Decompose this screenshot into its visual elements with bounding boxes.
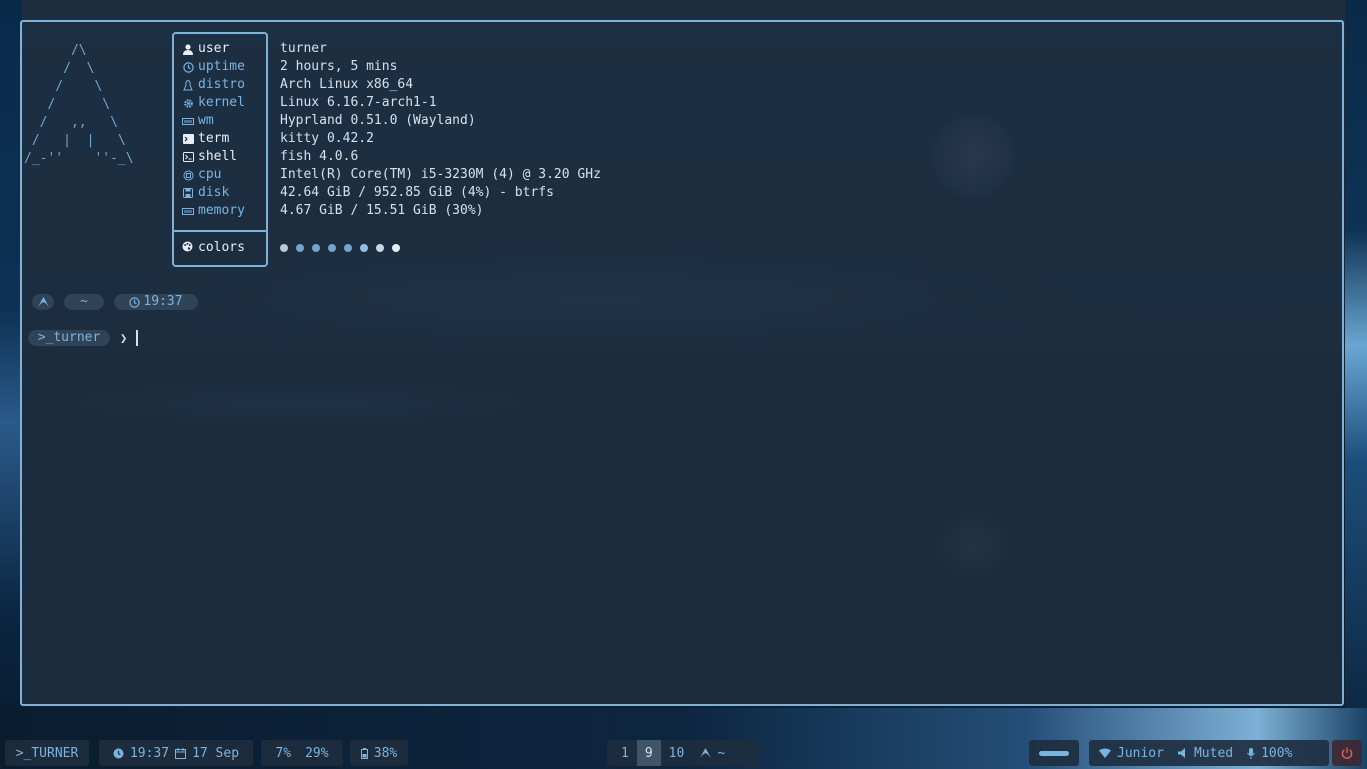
fetch-value-user: turner	[280, 41, 327, 56]
fetch-key-distro: distro	[182, 76, 245, 94]
bar-resources-segment[interactable]: 7% 29%	[261, 740, 343, 766]
active-window-title[interactable]: ~	[692, 740, 733, 766]
fetch-key-wm: wm	[182, 112, 245, 130]
workspace-10[interactable]: 10	[661, 740, 693, 766]
gear-icon	[182, 97, 194, 109]
calendar-icon	[175, 747, 187, 759]
clock-icon	[129, 296, 141, 308]
status-bar: >_TURNER 19:37 17 Sep 7% 29% 38% 1 9 10 …	[0, 738, 1367, 767]
power-icon	[1341, 747, 1353, 759]
wifi-icon	[1099, 748, 1111, 758]
workspace-1[interactable]: 1	[613, 740, 637, 766]
microphone-icon	[1247, 747, 1256, 759]
wallpaper-edge-left	[0, 0, 22, 769]
arch-ascii-logo: /\ / \ / \ / \ / ,, \ / | | \ /_-'' ''-_…	[24, 43, 134, 166]
fetch-value-wm: Hyprland 0.51.0 (Wayland)	[280, 113, 476, 128]
prompt-user-segment: >_turner	[28, 330, 110, 346]
workspace-9[interactable]: 9	[636, 740, 661, 766]
power-button[interactable]	[1332, 740, 1362, 766]
fetch-key-user: user	[182, 40, 245, 58]
fetch-value-term: kitty 0.42.2	[280, 131, 374, 146]
colors-label: colors	[198, 239, 245, 255]
fetch-keys: user uptime distro kernel wm term shell …	[182, 40, 245, 220]
fetch-value-kernel: Linux 6.16.7-arch1-1	[280, 95, 437, 110]
bar-mic[interactable]: 100%	[1261, 746, 1292, 761]
fetch-key-disk: disk	[182, 184, 245, 202]
clock-icon	[113, 748, 124, 758]
shell-icon	[182, 151, 194, 163]
prompt-time-segment: 19:37	[114, 294, 198, 310]
bar-mem: 29%	[305, 745, 329, 761]
media-indicator	[1039, 750, 1069, 756]
bar-cpu: 7%	[275, 745, 292, 761]
prompt-arch-segment	[32, 294, 54, 310]
clock-icon	[182, 61, 194, 73]
color-dot	[312, 244, 320, 252]
fetch-key-colors: colors	[182, 238, 245, 256]
fetch-key-term: term	[182, 130, 245, 148]
bar-user-segment[interactable]: >_TURNER	[5, 740, 89, 766]
terminal-window[interactable]: /\ / \ / \ / \ / ,, \ / | | \ /_-'' ''-_…	[20, 20, 1344, 706]
arch-icon	[700, 748, 712, 758]
fetch-value-distro: Arch Linux x86_64	[280, 77, 414, 92]
color-dot	[392, 244, 400, 252]
text-cursor[interactable]	[136, 330, 138, 346]
color-dot	[376, 244, 384, 252]
bar-volume[interactable]: Muted	[1194, 746, 1233, 761]
fetch-value-shell: fish 4.0.6	[280, 149, 359, 164]
bar-date: 17 Sep	[192, 745, 240, 761]
speaker-muted-icon	[1177, 748, 1185, 758]
fetch-key-memory: memory	[182, 202, 245, 220]
fetch-value-disk: 42.64 GiB / 952.85 GiB (4%) - btrfs	[280, 185, 554, 200]
memory-icon	[182, 205, 194, 217]
bar-system-segment: Junior Muted 100%	[1089, 740, 1329, 766]
fetch-separator	[174, 230, 266, 232]
bar-clock-segment[interactable]: 19:37 17 Sep	[99, 740, 253, 766]
fetch-key-uptime: uptime	[182, 58, 245, 76]
bar-media-segment[interactable]	[1029, 740, 1079, 766]
bar-battery-segment[interactable]: 38%	[350, 740, 408, 766]
color-palette-dots	[280, 244, 400, 252]
prompt-chevron: ❯	[120, 331, 128, 345]
linux-icon	[182, 79, 194, 91]
memory-icon	[182, 115, 194, 127]
terminal-icon	[182, 133, 194, 145]
disk-icon	[182, 187, 194, 199]
arch-icon	[37, 297, 49, 307]
color-dot	[296, 244, 304, 252]
fetch-key-cpu: cpu	[182, 166, 245, 184]
color-dot	[280, 244, 288, 252]
bar-time: 19:37	[129, 745, 170, 761]
bar-wifi[interactable]: Junior	[1117, 746, 1164, 761]
fetch-key-kernel: kernel	[182, 94, 245, 112]
battery-icon	[360, 747, 368, 759]
bar-workspaces-segment: 1 9 10 ~	[607, 740, 760, 766]
cpu-icon	[182, 169, 194, 181]
fetch-value-cpu: Intel(R) Core(TM) i5-3230M (4) @ 3.20 GH…	[280, 167, 601, 182]
fetch-value-memory: 4.67 GiB / 15.51 GiB (30%)	[280, 203, 484, 218]
user-icon	[182, 43, 194, 55]
fetch-key-shell: shell	[182, 148, 245, 166]
wallpaper-edge-right	[1345, 0, 1367, 769]
color-dot	[344, 244, 352, 252]
color-dot	[328, 244, 336, 252]
palette-icon	[182, 241, 194, 253]
color-dot	[360, 244, 368, 252]
fetch-values: turner 2 hours, 5 mins Arch Linux x86_64…	[280, 40, 601, 220]
prompt-dir-segment: ~	[64, 294, 104, 310]
fetch-value-uptime: 2 hours, 5 mins	[280, 59, 398, 74]
